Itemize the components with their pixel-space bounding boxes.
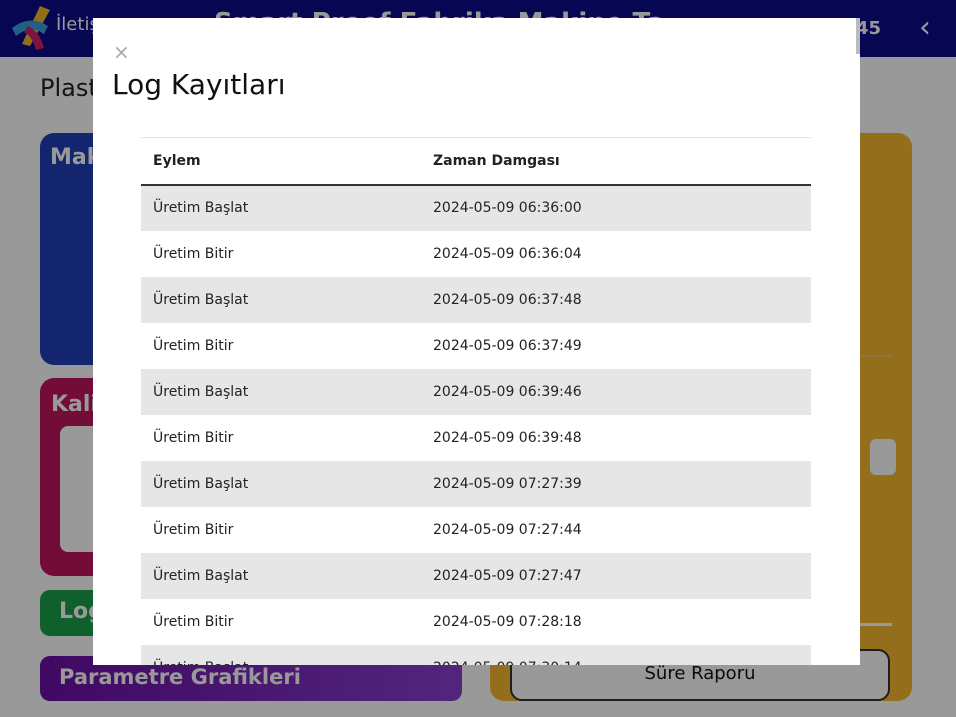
eylem-cell: Üretim Başlat [153,567,249,584]
timestamp-cell: 2024-05-09 07:30:14 [421,645,811,666]
timestamp-cell: 2024-05-09 06:36:04 [433,245,582,262]
eylem-cell: Üretim Başlat [153,291,249,308]
eylem-cell: Üretim Başlat [141,645,421,666]
table-row: Üretim Başlat2024-05-09 07:30:14 [141,644,811,666]
eylem-cell: Üretim Başlat [153,200,249,216]
close-icon[interactable]: × [113,42,130,62]
table-row: Üretim Bitir 2024-05-09 07:27:44 [141,507,811,553]
column-header-eylem: Eylem [141,137,421,186]
timestamp-cell: 2024-05-09 07:28:18 [433,613,582,630]
modal-scrollbar[interactable] [856,18,860,54]
column-header-zaman: Zaman Damgası [421,137,811,186]
timestamp-cell: 2024-05-09 07:27:47 [433,567,582,584]
eylem-cell: Üretim Bitir [153,245,234,262]
timestamp-cell: 2024-05-09 06:39:46 [433,383,582,400]
log-table: Eylem Zaman Damgası Üretim Başlat 2024-05… [141,137,811,665]
table-row: Üretim Bitir 2024-05-09 06:36:04 [141,231,811,277]
timestamp-cell: 2024-05-09 06:37:49 [433,337,582,354]
table-row: Üretim Başlat 2024-05-09 06:37:48 [141,276,811,323]
table-row: Üretim Başlat 2024-05-09 06:36:00 [141,184,811,231]
log-modal: × Log Kayıtları Eylem Zaman Damgası Üret… [93,18,860,665]
table-row: Üretim Başlat 2024-05-09 07:27:39 [141,460,811,507]
log-table-wrapper: Eylem Zaman Damgası Üretim Başlat 2024-05… [141,137,811,665]
timestamp-cell: 2024-05-09 07:27:39 [433,475,582,492]
eylem-cell: Üretim Başlat [153,475,249,492]
table-row: Üretim Bitir 2024-05-09 07:28:18 [141,599,811,645]
table-row: Üretim Başlat 2024-05-09 06:39:46 [141,368,811,415]
table-header-row: Eylem Zaman Damgası [141,137,811,186]
timestamp-cell: 2024-05-09 06:37:48 [433,291,582,308]
modal-title: Log Kayıtları [112,68,286,101]
table-row: Üretim Başlat 2024-05-09 07:27:47 [141,552,811,599]
timestamp-cell: 2024-05-09 07:27:44 [433,521,582,538]
eylem-cell: Üretim Bitir [153,337,234,354]
timestamp-cell: 2024-05-09 06:39:48 [433,429,582,446]
eylem-cell: Üretim Bitir [153,521,234,538]
eylem-cell: Üretim Bitir [153,429,234,446]
table-row: Üretim Bitir 2024-05-09 06:39:48 [141,415,811,461]
eylem-cell: Üretim Bitir [153,613,234,630]
table-row: Üretim Bitir 2024-05-09 06:37:49 [141,323,811,369]
eylem-cell: Üretim Başlat [153,383,249,400]
timestamp-cell: 2024-05-09 06:36:00 [433,200,582,216]
